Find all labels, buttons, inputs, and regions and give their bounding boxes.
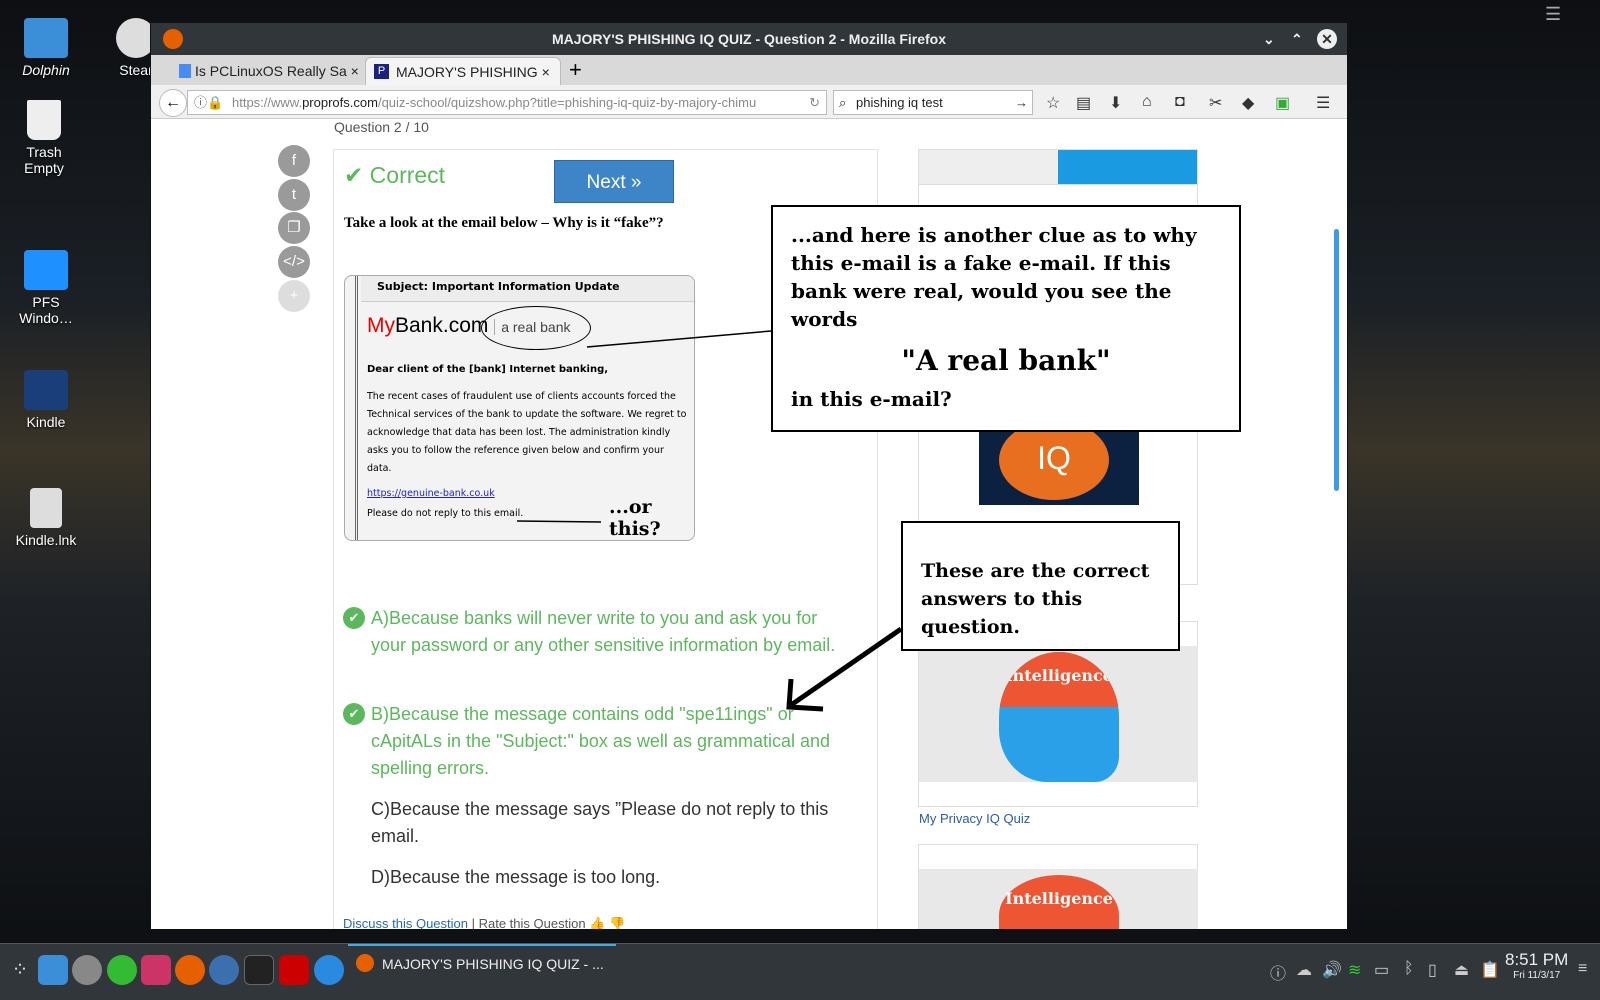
reading-list-icon[interactable]: ▤ [1076,93,1091,113]
addon-icon[interactable]: ▣ [1275,93,1290,113]
extension-icon[interactable]: ◆ [1242,93,1254,113]
filezilla-icon[interactable] [279,955,309,985]
maximize-button[interactable]: ⌃ [1291,23,1303,55]
wifi-icon[interactable]: ≋ [1348,960,1361,980]
window-title: MAJORY'S PHISHING IQ QUIZ - Question 2 -… [551,31,947,47]
url-bar[interactable]: ⓘ🔒 https://www.proprofs.com/quiz-school/q… [187,90,827,115]
terminal-icon[interactable] [244,955,274,985]
firefox-icon [356,954,374,972]
battery-icon[interactable]: ▭ [1374,960,1389,980]
tab-strip: Is PCLinuxOS Really Sa × P MAJORY'S PHISH… [151,55,1347,85]
clipboard-icon[interactable]: 📋 [1480,960,1500,980]
arrow-to-tagline [586,330,772,348]
firefox-icon [163,29,183,49]
screenshot-icon[interactable]: ✂ [1209,93,1222,113]
tab-phishing-quiz[interactable]: P MAJORY'S PHISHING × [365,57,561,85]
info-lock-icon: ⓘ🔒 [194,95,224,110]
pocket-icon[interactable]: ◘ [1175,93,1185,111]
proprofs-icon: P [374,64,389,79]
notifications-icon[interactable]: ⓘ [1270,960,1286,984]
reload-icon[interactable]: ↻ [809,91,820,114]
cloud-sync-icon[interactable]: ☁ [1296,960,1312,980]
arrows-overlay [516,330,903,712]
new-tab-button[interactable]: + [569,57,582,83]
desktop-menu-button[interactable]: ☰ [1545,4,1561,25]
pidgin-icon[interactable] [314,955,344,985]
desktop-icon-kindle-lnk[interactable]: Kindle.lnk [6,488,86,548]
minimize-button[interactable]: ⌄ [1263,23,1275,55]
panel-menu-icon[interactable]: ≡ [1578,960,1587,978]
volume-icon[interactable]: 🔊 [1322,960,1342,980]
home-icon[interactable]: ⌂ [1142,93,1152,111]
tab-pclinuxos[interactable]: Is PCLinuxOS Really Sa × [153,57,363,85]
desktop-icon-dolphin[interactable]: Dolphin [6,18,86,78]
bluetooth-icon[interactable]: ᛒ [1404,960,1414,978]
firefox-window: MAJORY'S PHISHING IQ QUIZ - Question 2 -… [150,22,1348,929]
taskbar-active-window[interactable]: MAJORY'S PHISHING IQ QUIZ - ... [348,944,616,980]
desktop-icon-kindle[interactable]: Kindle [6,370,86,430]
search-icon: ⌕ [839,95,847,110]
tab-close-icon[interactable]: × [542,64,550,80]
folder-icon [24,18,68,58]
dolphin-icon[interactable] [38,955,68,985]
menu-icon[interactable]: ☰ [1316,93,1330,113]
taskbar: ⁘ MAJORY'S PHISHING IQ QUIZ - ... ⓘ ☁ 🔊 … [0,943,1600,1000]
bookmark-star-icon[interactable]: ☆ [1046,93,1060,113]
arrow-to-answers [789,626,903,708]
page-content: Question 2 / 10 f t ❐ </> + ✔ Correct Ne… [151,119,1347,929]
thunderbird-icon[interactable] [209,955,239,985]
windows-icon [24,250,68,290]
file-icon [30,488,62,528]
title-bar: MAJORY'S PHISHING IQ QUIZ - Question 2 -… [151,23,1347,55]
arrow-to-link [516,520,602,523]
desktop-icon-trash[interactable]: Trash Empty [4,100,84,176]
kindle-icon [24,370,68,410]
app-launcher-icon[interactable]: ⁘ [5,955,35,985]
settings-icon[interactable] [72,955,102,985]
usb-icon[interactable]: ⏏ [1454,960,1469,980]
go-icon[interactable]: → [1015,91,1028,114]
downloader-icon[interactable] [141,955,171,985]
navigation-toolbar: ← ⓘ🔒 https://www.proprofs.com/quiz-school… [151,85,1347,119]
xbox-icon[interactable] [107,955,137,985]
tab-close-icon[interactable]: × [351,63,359,79]
clock[interactable]: 8:51 PM Fri 11/3/17 [1505,950,1568,981]
download-icon[interactable]: ⬇ [1109,93,1122,113]
kdeconnect-icon[interactable]: ▯ [1428,960,1437,980]
desktop-icon-pfs[interactable]: PFS Windo… [6,250,86,326]
trash-icon [27,100,61,140]
firefox-launcher-icon[interactable] [175,955,205,985]
close-button[interactable]: ✕ [1317,29,1337,49]
doc-icon [179,64,191,78]
back-button[interactable]: ← [159,89,187,117]
search-input[interactable]: ⌕ phishing iq test → [833,90,1033,115]
